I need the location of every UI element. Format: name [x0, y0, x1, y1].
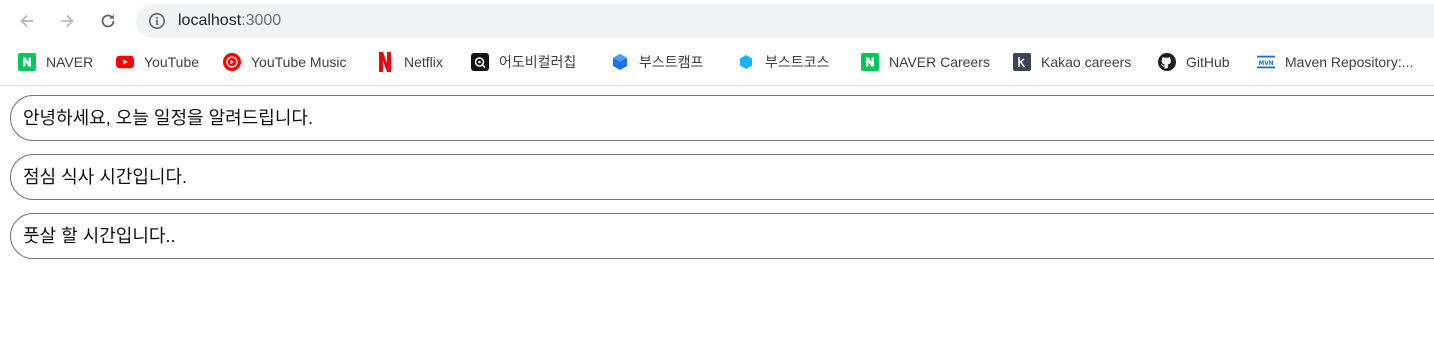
- bookmark-youtube-music[interactable]: YouTube Music: [223, 51, 346, 73]
- bookmark-label: NAVER Careers: [889, 54, 990, 70]
- url-text: localhost:3000: [178, 4, 281, 38]
- adobe-color-icon: [471, 53, 489, 71]
- forward-arrow-icon: [61, 14, 74, 28]
- github-icon: [1158, 53, 1176, 71]
- bookmark-label: Netflix: [404, 54, 443, 70]
- boostcourse-icon: [737, 53, 755, 71]
- bookmark-youtube[interactable]: YouTube: [116, 51, 199, 73]
- bookmark-label: 부스트캠프: [639, 54, 704, 70]
- bookmark-netflix[interactable]: Netflix: [376, 51, 443, 73]
- url-host: localhost: [178, 12, 242, 29]
- svg-text:MVN: MVN: [1258, 61, 1273, 67]
- bookmark-maven-repository[interactable]: MVN Maven Repository:...: [1257, 51, 1413, 73]
- bookmark-label: Maven Repository:...: [1285, 54, 1414, 70]
- bookmark-label: YouTube: [144, 54, 200, 70]
- reload-icon: [101, 14, 115, 28]
- bookmark-boostcourse[interactable]: 부스트코스: [737, 51, 829, 73]
- back-arrow-icon: [20, 14, 33, 28]
- bookmarks-bar: NAVER YouTube YouTube Music Netflix 어도비컬…: [0, 42, 1434, 82]
- bookmark-label: GitHub: [1186, 54, 1230, 70]
- page-content: 안녕하세요, 오늘 일정을 알려드립니다. 점심 식사 시간입니다. 풋살 할 …: [0, 86, 1434, 344]
- bookmark-github[interactable]: GitHub: [1158, 51, 1230, 73]
- youtube-music-icon: [223, 53, 241, 71]
- bookmark-adobe-color[interactable]: 어도비컬러칩: [471, 51, 576, 73]
- naver-icon: [861, 53, 879, 71]
- forward-button[interactable]: [52, 6, 82, 36]
- bookmark-label: 어도비컬러칩: [499, 54, 577, 70]
- bookmark-naver-careers[interactable]: NAVER Careers: [861, 51, 990, 73]
- bookmark-kakao-careers[interactable]: Kakao careers: [1013, 51, 1131, 73]
- bookmark-label: 부스트코스: [765, 54, 830, 70]
- bookmark-label: Kakao careers: [1041, 54, 1132, 70]
- bookmark-boostcamp[interactable]: 부스트캠프: [611, 51, 703, 73]
- message-bubble: 안녕하세요, 오늘 일정을 알려드립니다.: [10, 95, 1434, 141]
- netflix-icon: [376, 52, 394, 72]
- url-port: :3000: [241, 12, 282, 29]
- message-bubble: 풋살 할 시간입니다..: [10, 213, 1434, 259]
- youtube-icon: [116, 53, 134, 71]
- boostcamp-icon: [611, 53, 629, 71]
- naver-icon: [18, 53, 36, 71]
- bookmark-label: NAVER: [46, 54, 94, 70]
- message-bubble: 점심 식사 시간입니다.: [10, 154, 1434, 200]
- kakao-icon: [1013, 53, 1031, 71]
- maven-icon: MVN: [1257, 53, 1275, 71]
- back-button[interactable]: [12, 6, 42, 36]
- bookmark-label: YouTube Music: [251, 54, 347, 70]
- reload-button[interactable]: [93, 6, 123, 36]
- browser-toolbar: localhost:3000: [0, 0, 1434, 42]
- site-info-icon[interactable]: [148, 12, 166, 30]
- bookmark-naver[interactable]: NAVER: [18, 51, 93, 73]
- address-bar[interactable]: localhost:3000: [136, 4, 1434, 38]
